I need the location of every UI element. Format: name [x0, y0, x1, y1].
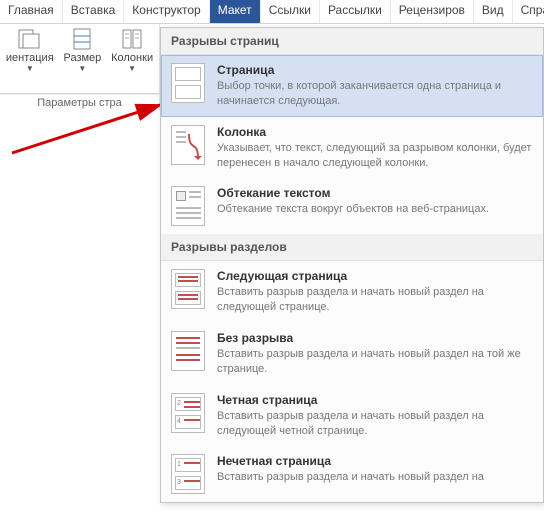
column-break-icon	[171, 125, 205, 165]
continuous-icon	[171, 331, 205, 371]
menu-item-next-page[interactable]: Следующая страница Вставить разрыв разде…	[161, 261, 543, 323]
tab-design[interactable]: Конструктор	[124, 0, 209, 23]
tab-mailings[interactable]: Рассылки	[320, 0, 391, 23]
odd-page-icon: 1 3	[171, 454, 205, 494]
menu-item-textwrap[interactable]: Обтекание текстом Обтекание текста вокру…	[161, 178, 543, 234]
menu-desc: Выбор точки, в которой заканчивается одн…	[217, 79, 533, 109]
menu-item-continuous[interactable]: Без разрыва Вставить разрыв раздела и на…	[161, 323, 543, 385]
chevron-down-icon: ▼	[26, 64, 34, 73]
chevron-down-icon: ▼	[78, 64, 86, 73]
menu-item-page[interactable]: Страница Выбор точки, в которой заканчив…	[161, 55, 543, 117]
size-label: Размер	[63, 52, 101, 64]
menu-desc: Обтекание текста вокруг объектов на веб-…	[217, 202, 533, 217]
menu-title: Без разрыва	[217, 331, 533, 345]
section-header-pages: Разрывы страниц	[161, 28, 543, 55]
ribbon-tabs: Главная Вставка Конструктор Макет Ссылки…	[0, 0, 544, 24]
even-page-icon: 2 4	[171, 393, 205, 433]
orientation-icon	[16, 28, 44, 50]
page-break-icon	[171, 63, 205, 103]
tab-layout[interactable]: Макет	[210, 0, 261, 23]
menu-title: Нечетная страница	[217, 454, 533, 468]
menu-title: Обтекание текстом	[217, 186, 533, 200]
menu-title: Страница	[217, 63, 533, 77]
columns-label: Колонки	[111, 52, 153, 64]
menu-title: Колонка	[217, 125, 533, 139]
menu-desc: Вставить разрыв раздела и начать новый р…	[217, 470, 533, 485]
size-button[interactable]: Размер ▼	[62, 26, 104, 93]
section-header-sections: Разрывы разделов	[161, 234, 543, 261]
size-icon	[68, 28, 96, 50]
tab-view[interactable]: Вид	[474, 0, 513, 23]
menu-item-odd-page[interactable]: 1 3 Нечетная страница Вставить разрыв ра…	[161, 446, 543, 502]
page-setup-group-label: Параметры стра	[0, 94, 160, 111]
orientation-button[interactable]: иентация ▼	[4, 26, 56, 93]
breaks-dropdown-panel: Разрывы страниц Страница Выбор точки, в …	[160, 27, 544, 503]
menu-desc: Вставить разрыв раздела и начать новый р…	[217, 409, 533, 439]
menu-title: Следующая страница	[217, 269, 533, 283]
tab-references[interactable]: Ссылки	[261, 0, 320, 23]
menu-item-column[interactable]: Колонка Указывает, что текст, следующий …	[161, 117, 543, 179]
columns-button[interactable]: Колонки ▼	[109, 26, 155, 93]
columns-icon	[118, 28, 146, 50]
menu-desc: Вставить разрыв раздела и начать новый р…	[217, 285, 533, 315]
text-wrap-icon	[171, 186, 205, 226]
menu-item-even-page[interactable]: 2 4 Четная страница Вставить разрыв разд…	[161, 385, 543, 447]
orientation-label: иентация	[6, 52, 54, 64]
next-page-icon	[171, 269, 205, 309]
tab-home[interactable]: Главная	[0, 0, 63, 23]
menu-title: Четная страница	[217, 393, 533, 407]
menu-desc: Вставить разрыв раздела и начать новый р…	[217, 347, 533, 377]
tab-insert[interactable]: Вставка	[63, 0, 125, 23]
menu-desc: Указывает, что текст, следующий за разры…	[217, 141, 533, 171]
chevron-down-icon: ▼	[128, 64, 136, 73]
tab-review[interactable]: Рецензиров	[391, 0, 474, 23]
tab-help[interactable]: Справ	[513, 0, 544, 23]
